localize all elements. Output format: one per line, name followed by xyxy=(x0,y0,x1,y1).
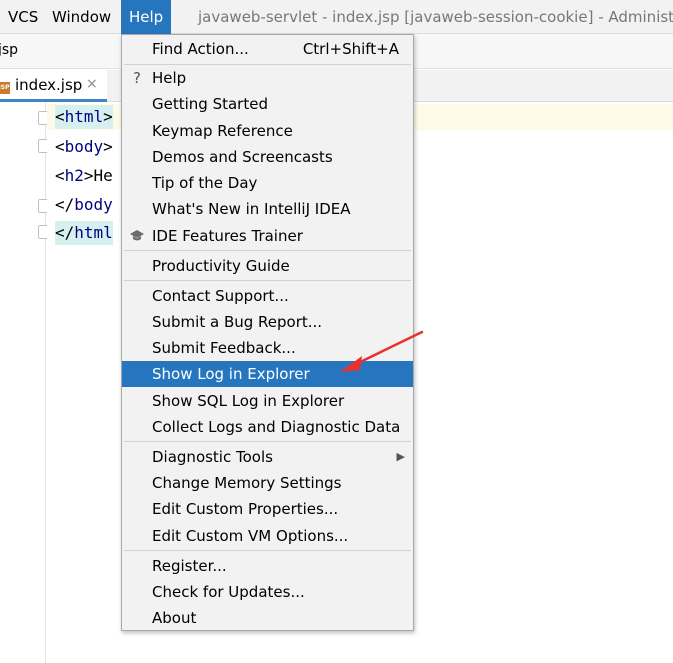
menu-separator xyxy=(124,280,411,281)
code-line: </body xyxy=(55,195,113,214)
breadcrumb[interactable]: jsp xyxy=(0,42,18,58)
menu-item-register[interactable]: Register... xyxy=(122,553,413,579)
submenu-arrow-icon: ▶ xyxy=(396,450,405,463)
menu-window[interactable]: Window xyxy=(44,0,119,34)
menu-item-demos[interactable]: Demos and Screencasts xyxy=(122,144,413,170)
menu-item-getting-started[interactable]: Getting Started xyxy=(122,91,413,117)
menu-item-ide-features-trainer[interactable]: IDE Features Trainer xyxy=(122,223,413,249)
menu-item-edit-custom-properties[interactable]: Edit Custom Properties... xyxy=(122,496,413,522)
question-icon: ? xyxy=(133,69,141,87)
tab-label: index.jsp xyxy=(15,76,83,94)
menu-bar: VCS Window Help javaweb-servlet - index.… xyxy=(0,0,673,34)
menu-item-contact-support[interactable]: Contact Support... xyxy=(122,283,413,309)
menu-item-check-for-updates[interactable]: Check for Updates... xyxy=(122,579,413,605)
menu-item-diagnostic-tools[interactable]: Diagnostic Tools ▶ xyxy=(122,444,413,470)
code-line: <h2>He xyxy=(55,166,113,185)
annotation-arrow-icon xyxy=(340,330,424,372)
menu-item-show-sql-log[interactable]: Show SQL Log in Explorer xyxy=(122,388,413,414)
code-line: <html> xyxy=(55,105,113,129)
window-title: javaweb-servlet - index.jsp [javaweb-ses… xyxy=(198,8,673,26)
menu-item-collect-logs[interactable]: Collect Logs and Diagnostic Data xyxy=(122,414,413,440)
menu-item-tip-of-the-day[interactable]: Tip of the Day xyxy=(122,170,413,196)
code-line: <body> xyxy=(55,137,113,156)
menu-separator xyxy=(124,550,411,551)
close-icon[interactable]: × xyxy=(86,76,98,92)
shortcut-label: Ctrl+Shift+A xyxy=(302,40,399,58)
menu-separator xyxy=(124,250,411,251)
menu-item-productivity-guide[interactable]: Productivity Guide xyxy=(122,253,413,279)
graduation-cap-icon xyxy=(128,223,146,251)
editor-gutter xyxy=(0,102,49,663)
menu-item-help[interactable]: ? Help xyxy=(122,65,413,91)
jsp-file-icon: JSP xyxy=(0,82,10,94)
menu-item-about[interactable]: About xyxy=(122,605,413,631)
menu-separator xyxy=(124,441,411,442)
menu-item-edit-vm-options[interactable]: Edit Custom VM Options... xyxy=(122,523,413,549)
menu-item-find-action[interactable]: Find Action... Ctrl+Shift+A xyxy=(122,36,413,62)
menu-item-keymap-reference[interactable]: Keymap Reference xyxy=(122,118,413,144)
menu-help[interactable]: Help xyxy=(121,0,171,34)
tab-index-jsp[interactable]: JSP index.jsp × xyxy=(0,70,107,102)
menu-item-change-memory[interactable]: Change Memory Settings xyxy=(122,470,413,496)
menu-item-whats-new[interactable]: What's New in IntelliJ IDEA xyxy=(122,196,413,222)
menu-vcs[interactable]: VCS xyxy=(0,0,46,34)
code-line: </html xyxy=(55,221,113,245)
